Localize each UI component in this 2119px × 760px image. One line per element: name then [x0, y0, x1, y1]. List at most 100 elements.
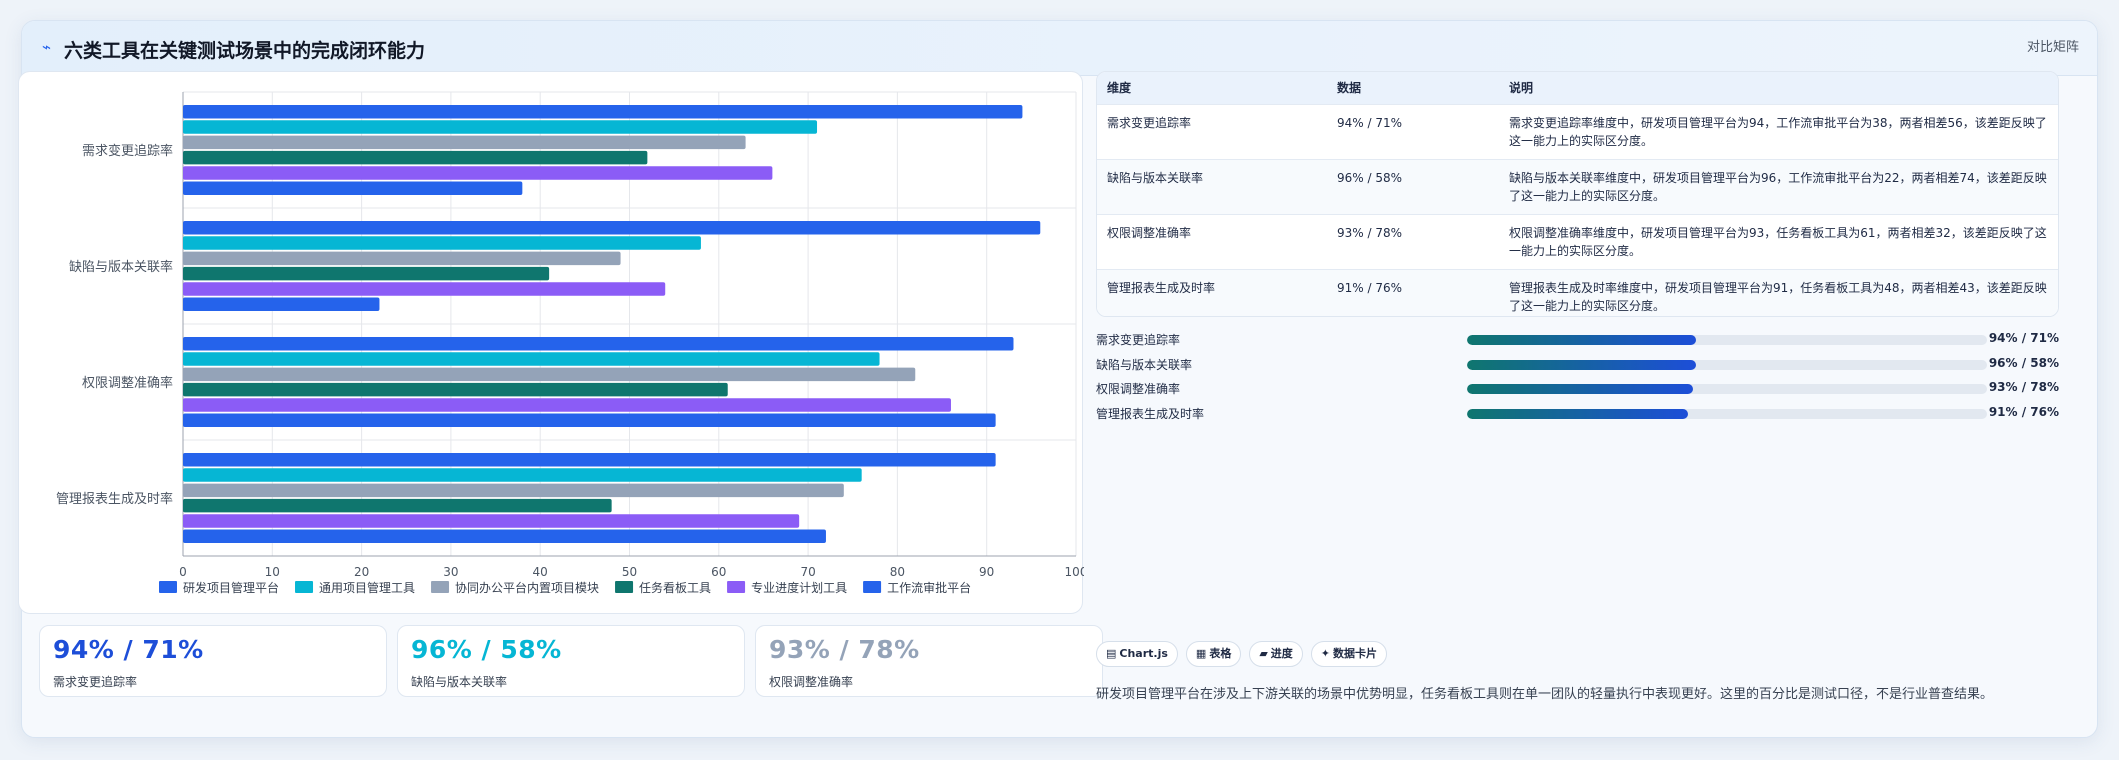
table-cell-data: 94% / 71%	[1327, 103, 1499, 159]
table-row: 管理报表生成及时率 91% / 76% 管理报表生成及时率维度中，研发项目管理平…	[1097, 268, 2058, 316]
progress-row: 缺陷与版本关联率 96% / 58%	[1096, 353, 2059, 378]
bar	[183, 453, 996, 467]
x-tick-label: 70	[800, 565, 815, 579]
table-header-row: 维度 数据 说明	[1097, 72, 2058, 104]
card-header: ⌁ 六类工具在关键测试场景中的完成闭环能力 对比矩阵	[22, 21, 2097, 76]
matrix-badge: 对比矩阵	[2026, 40, 2079, 55]
table-cell-dimension: 需求变更追踪率	[1097, 103, 1327, 159]
stat-label: 需求变更追踪率	[53, 675, 138, 689]
progress-row: 权限调整准确率 93% / 78%	[1096, 377, 2059, 402]
table-cell-dimension: 管理报表生成及时率	[1097, 268, 1327, 316]
bar	[183, 529, 826, 543]
footnote: 研发项目管理平台在涉及上下游关联的场景中优势明显，任务看板工具则在单一团队的轻量…	[1096, 687, 1994, 702]
bar	[183, 135, 746, 150]
legend-swatch	[159, 581, 177, 593]
bar	[183, 514, 800, 528]
stat-value: 93% / 78%	[769, 635, 920, 664]
table-cell-description: 管理报表生成及时率维度中，研发项目管理平台为91，任务看板工具为48，两者相差4…	[1499, 268, 2058, 316]
table-header-data: 数据	[1337, 81, 1362, 96]
data-table: 维度 数据 说明 需求变更追踪率 94% / 71% 需求变更追踪率维度中，研发…	[1097, 72, 2058, 316]
table-cell-description: 权限调整准确率维度中，研发项目管理平台为93，任务看板工具为61，两者相差32，…	[1499, 213, 2058, 269]
tag-label: Chart.js	[1119, 647, 1168, 660]
x-tick-label: 50	[622, 565, 637, 579]
progress-icon: ▰	[1259, 647, 1268, 660]
table-header-dimension: 维度	[1107, 81, 1132, 96]
stat-card: 94% / 71% 需求变更追踪率	[39, 625, 387, 697]
legend-label: 协同办公平台内置项目模块	[455, 580, 599, 595]
x-tick-label: 100	[1065, 565, 1084, 579]
page-title: 六类工具在关键测试场景中的完成闭环能力	[64, 40, 426, 62]
legend-swatch	[615, 581, 634, 593]
tag-label: 进度	[1270, 647, 1293, 660]
stat-card: 96% / 58% 缺陷与版本关联率	[397, 625, 745, 697]
bar	[183, 236, 701, 250]
progress-track	[1467, 408, 1987, 419]
bar	[183, 498, 612, 513]
bar	[183, 150, 648, 165]
progress-label: 需求变更追踪率	[1096, 333, 1181, 347]
legend-label: 工作流审批平台	[887, 580, 971, 595]
bar	[183, 166, 773, 180]
stat-card: 93% / 78% 权限调整准确率	[755, 625, 1103, 697]
progress-fill	[1467, 384, 1694, 394]
stat-value: 96% / 58%	[411, 635, 562, 664]
table-cell-dimension: 缺陷与版本关联率	[1097, 158, 1327, 214]
tag-label: 数据卡片	[1333, 647, 1378, 660]
progress-track	[1467, 384, 1987, 394]
data-table-panel: 维度 数据 说明 需求变更追踪率 94% / 71% 需求变更追踪率维度中，研发…	[1096, 71, 2059, 317]
bar	[183, 221, 1041, 235]
bar	[183, 382, 728, 397]
tag-progress[interactable]: ▰ 进度	[1249, 641, 1303, 667]
bar	[183, 266, 550, 281]
progress-track	[1467, 335, 1987, 345]
bar	[183, 105, 1023, 119]
progress-label: 缺陷与版本关联率	[1096, 357, 1193, 372]
progress-value: 96% / 58%	[1988, 355, 2059, 370]
y-category-label: 管理报表生成及时率	[56, 491, 173, 507]
tag-chartjs[interactable]: ▤ Chart.js	[1096, 641, 1178, 667]
legend-swatch	[431, 581, 450, 593]
y-category-label: 缺陷与版本关联率	[69, 259, 173, 275]
x-tick-label: 10	[265, 565, 280, 579]
bar	[183, 282, 666, 296]
tag-data-card[interactable]: ✦ 数据卡片	[1310, 641, 1388, 667]
progress-fill	[1467, 335, 1696, 345]
table-row: 需求变更追踪率 94% / 71% 需求变更追踪率维度中，研发项目管理平台为94…	[1097, 103, 2058, 159]
progress-value: 94% / 71%	[1988, 331, 2059, 345]
progress-row: 管理报表生成及时率 91% / 76%	[1096, 402, 2059, 427]
bar	[183, 297, 380, 311]
stat-label: 权限调整准确率	[769, 675, 854, 689]
table-row: 权限调整准确率 93% / 78% 权限调整准确率维度中，研发项目管理平台为93…	[1097, 213, 2058, 269]
table-cell-data: 91% / 76%	[1327, 268, 1499, 316]
legend-swatch	[295, 581, 314, 593]
stat-value: 94% / 71%	[53, 635, 204, 664]
bar	[183, 120, 818, 134]
progress-row: 需求变更追踪率 94% / 71%	[1096, 328, 2059, 353]
progress-label: 权限调整准确率	[1096, 382, 1181, 396]
table-row: 缺陷与版本关联率 96% / 58% 缺陷与版本关联率维度中，研发项目管理平台为…	[1097, 158, 2058, 214]
table-header-description: 说明	[1509, 81, 1534, 96]
progress-track	[1467, 359, 1987, 370]
legend-label: 任务看板工具	[639, 580, 711, 595]
legend-label: 研发项目管理平台	[183, 580, 279, 595]
tag-list: ▤ Chart.js ▦ 表格 ▰ 进度 ✦ 数据卡片	[1096, 641, 1388, 667]
x-tick-label: 0	[179, 565, 187, 579]
bar	[183, 398, 951, 412]
card-icon: ✦	[1320, 647, 1331, 660]
bar	[183, 367, 916, 382]
legend-swatch	[863, 581, 882, 593]
trend-line-icon: ⌁	[42, 38, 52, 56]
table-cell-data: 96% / 58%	[1327, 158, 1499, 214]
progress-value: 93% / 78%	[1988, 380, 2059, 394]
table-cell-data: 93% / 78%	[1327, 213, 1499, 269]
table-icon: ▦	[1195, 647, 1207, 660]
tag-table[interactable]: ▦ 表格	[1185, 641, 1242, 667]
x-tick-label: 60	[711, 565, 726, 579]
legend-swatch	[727, 581, 746, 593]
progress-label: 管理报表生成及时率	[1096, 406, 1205, 421]
x-tick-label: 30	[443, 565, 458, 579]
table-cell-description: 需求变更追踪率维度中，研发项目管理平台为94，工作流审批平台为38，两者相差56…	[1499, 103, 2058, 159]
bar-chart-panel: 0 10 20 30 40 50 60 70 80 90 100 需求变更追踪率 缺陷与版本关联率 权限调…	[18, 71, 1084, 614]
legend-label: 通用项目管理工具	[319, 580, 415, 595]
bar	[183, 352, 880, 366]
